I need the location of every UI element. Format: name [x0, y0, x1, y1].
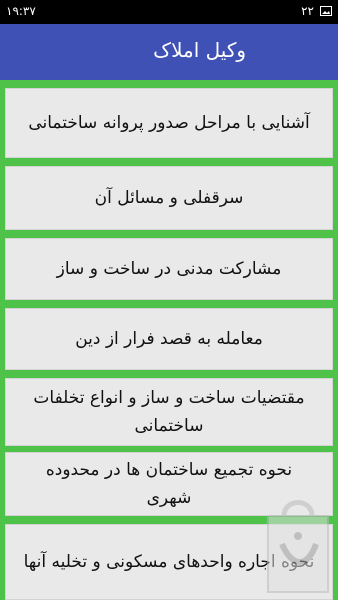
- notification-count: ۲۲: [301, 4, 314, 18]
- menu-item-license-stages[interactable]: آشنایی با مراحل صدور پروانه ساختمانی: [5, 88, 333, 158]
- status-right: ۲۲: [301, 4, 332, 18]
- menu-item-construction-violations[interactable]: مقتضیات ساخت و ساز و انواع تخلفات ساختما…: [5, 378, 333, 446]
- app-bar: وکیل املاک: [0, 24, 338, 80]
- status-time: ۱۹:۳۷: [6, 4, 36, 18]
- image-icon: [320, 6, 332, 16]
- menu-item-label: سرقفلی و مسائل آن: [94, 188, 244, 208]
- menu-item-debt-evasion-transaction[interactable]: معامله به قصد فرار از دین: [5, 308, 333, 370]
- menu-item-label: مشارکت مدنی در ساخت و ساز: [56, 259, 282, 279]
- app-title: وکیل املاک: [153, 38, 246, 62]
- menu-item-civil-partnership[interactable]: مشارکت مدنی در ساخت و ساز: [5, 238, 333, 300]
- menu-item-label: آشنایی با مراحل صدور پروانه ساختمانی: [28, 113, 310, 133]
- menu-item-goodwill[interactable]: سرقفلی و مسائل آن: [5, 166, 333, 230]
- store-watermark-icon: [267, 500, 329, 593]
- menu-item-label: معامله به قصد فرار از دین: [75, 329, 263, 349]
- menu-item-label: مقتضیات ساخت و ساز و انواع تخلفات ساختما…: [33, 388, 305, 436]
- status-bar: ۱۹:۳۷ ۲۲: [0, 0, 338, 24]
